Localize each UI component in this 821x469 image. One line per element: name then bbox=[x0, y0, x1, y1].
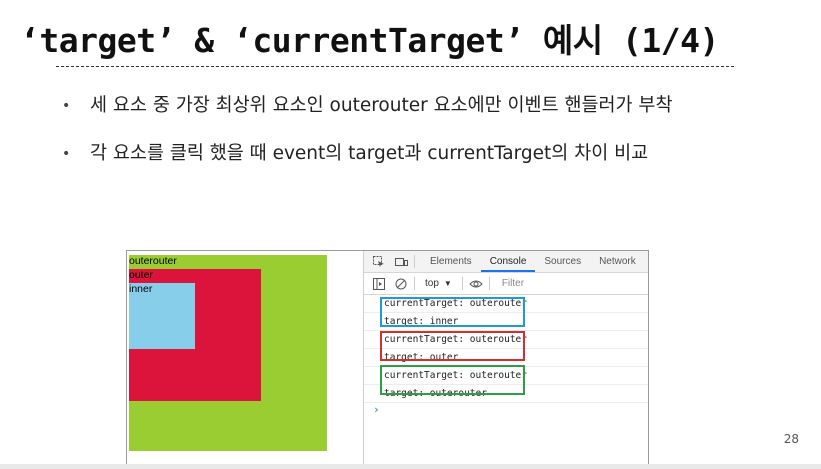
tab-elements[interactable]: Elements bbox=[421, 251, 481, 272]
console-toolbar: top ▼ Filter bbox=[364, 273, 648, 295]
context-selector[interactable]: top ▼ bbox=[421, 278, 456, 289]
inner-label: inner bbox=[129, 283, 153, 295]
slide-title: ‘target’ & ‘currentTarget’ 예시 (1/4) bbox=[20, 21, 719, 60]
console-prompt-icon[interactable]: › bbox=[364, 403, 648, 417]
inspect-icon[interactable] bbox=[372, 255, 386, 269]
toolbar-separator bbox=[461, 277, 463, 290]
sidebar-toggle-icon[interactable] bbox=[372, 277, 386, 291]
toolbar-separator bbox=[488, 277, 490, 290]
bullet-list: 세 요소 중 가장 최상위 요소인 outerouter 요소에만 이벤트 핸들… bbox=[62, 94, 672, 190]
highlight-box-inner-click bbox=[380, 297, 525, 327]
highlight-box-outer-click bbox=[380, 331, 525, 361]
toolbar-separator bbox=[414, 255, 415, 268]
devtools-tabbar: Elements Console Sources Network bbox=[364, 251, 648, 273]
bottom-bar bbox=[0, 464, 821, 469]
tab-network[interactable]: Network bbox=[590, 251, 645, 272]
outer-box[interactable]: outer inner bbox=[129, 269, 261, 401]
outerouter-label: outerouter bbox=[129, 255, 177, 267]
devtools-panel: Elements Console Sources Network top ▼ F… bbox=[363, 251, 648, 466]
bullet-item: 각 요소를 클릭 했을 때 event의 target과 currentTarg… bbox=[62, 142, 672, 166]
highlight-box-outerouter-click bbox=[380, 365, 525, 395]
demo-page: outerouter outer inner bbox=[127, 251, 363, 466]
clear-console-icon[interactable] bbox=[394, 277, 408, 291]
browser-screenshot: outerouter outer inner Elements Console … bbox=[126, 250, 649, 467]
context-value: top bbox=[425, 278, 439, 289]
page-number: 28 bbox=[783, 432, 799, 446]
device-toggle-icon[interactable] bbox=[394, 255, 408, 269]
outer-label: outer bbox=[129, 269, 153, 281]
tab-console[interactable]: Console bbox=[480, 251, 536, 272]
tab-sources[interactable]: Sources bbox=[535, 251, 590, 272]
dropdown-arrow-icon: ▼ bbox=[443, 279, 452, 288]
eye-icon[interactable] bbox=[469, 277, 483, 291]
toolbar-separator bbox=[414, 277, 415, 290]
inner-box[interactable]: inner bbox=[129, 283, 195, 349]
filter-input[interactable]: Filter bbox=[502, 278, 524, 289]
outerouter-box[interactable]: outerouter outer inner bbox=[129, 255, 327, 451]
title-divider bbox=[56, 66, 734, 67]
bullet-item: 세 요소 중 가장 최상위 요소인 outerouter 요소에만 이벤트 핸들… bbox=[62, 94, 672, 118]
console-output: currentTarget: outerouter target: inner … bbox=[364, 295, 648, 417]
